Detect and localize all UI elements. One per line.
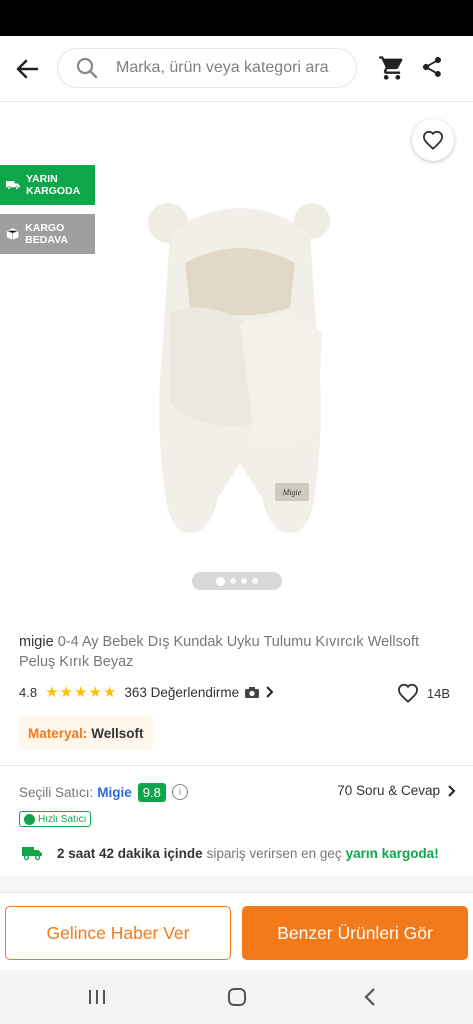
recent-apps-icon[interactable] [84, 984, 110, 1010]
camera-icon [245, 686, 260, 698]
truck-icon [6, 181, 20, 190]
info-icon[interactable]: i [171, 784, 188, 800]
star-icon: ★ [88, 684, 102, 701]
heart-icon [422, 130, 444, 150]
qa-label: 70 Soru & Cevap [337, 783, 440, 798]
fast-seller-label: Hızlı Satıcı [38, 813, 87, 825]
seller-label: Seçili Satıcı: [19, 784, 94, 800]
favorite-count-value: 14B [426, 685, 450, 701]
section-spacer [0, 876, 473, 892]
box-icon [6, 228, 19, 240]
product-name: 0-4 Ay Bebek Dış Kundak Uyku Tulumu Kıvı… [19, 634, 419, 670]
chevron-right-icon [448, 784, 456, 797]
delivery-time: 2 saat 42 dakika içinde [57, 845, 203, 861]
star-rating: ★ ★ ★ ★ ★ [45, 683, 116, 701]
favorite-count[interactable]: 14B [397, 683, 450, 703]
back-icon[interactable] [357, 984, 383, 1010]
product-gallery[interactable]: YARIN KARGODA KARGO BEDAVA Migie [0, 103, 473, 613]
image-pager[interactable] [192, 572, 282, 590]
fast-seller-icon [24, 813, 35, 825]
delivery-highlight: yarın kargoda! [345, 845, 439, 861]
qa-link[interactable]: 70 Soru & Cevap [337, 783, 456, 798]
badge-fast-delivery: YARIN KARGODA [0, 165, 95, 205]
top-bar [0, 36, 473, 102]
star-icon: ★ [59, 684, 73, 701]
search-bar[interactable] [57, 48, 357, 88]
star-icon: ★ [45, 684, 59, 701]
attribute-value: Wellsoft [91, 725, 144, 741]
svg-text:Migie: Migie [282, 488, 302, 497]
search-input[interactable] [116, 59, 346, 77]
status-bar [0, 0, 473, 36]
fast-seller-badge: Hızlı Satıcı [19, 811, 92, 827]
reviews-link[interactable]: 363 Değerlendirme [124, 685, 239, 700]
attribute-chip: Materyal: Wellsoft [19, 716, 153, 750]
badge-label: YARIN KARGODA [25, 173, 81, 197]
star-icon: ★ [73, 684, 88, 701]
badge-free-shipping: KARGO BEDAVA [0, 214, 95, 254]
attribute-key: Materyal: [28, 725, 88, 741]
notify-button[interactable]: Gelince Haber Ver [5, 906, 231, 960]
chevron-right-icon [266, 686, 274, 698]
home-icon[interactable] [224, 984, 250, 1010]
divider [0, 765, 473, 766]
seller-name-link[interactable]: Migie [97, 785, 132, 800]
pager-dot[interactable] [230, 578, 236, 584]
favorite-button[interactable] [412, 119, 454, 161]
delivery-text: sipariş verirsen en geç [206, 845, 342, 861]
star-icon: ★ [102, 684, 117, 701]
product-title: migie 0-4 Ay Bebek Dış Kundak Uyku Tulum… [19, 632, 459, 672]
product-brand[interactable]: migie [19, 634, 54, 650]
cart-icon[interactable] [378, 54, 408, 84]
bottom-action-bar: Gelince Haber Ver Benzer Ürünleri Gör [0, 892, 473, 970]
system-nav-bar [0, 970, 473, 1024]
share-icon[interactable] [420, 54, 448, 84]
heart-icon [397, 683, 418, 703]
similar-products-button[interactable]: Benzer Ürünleri Gör [242, 906, 468, 960]
badge-label: KARGO BEDAVA [25, 222, 68, 246]
pager-dot[interactable] [241, 578, 247, 584]
back-arrow-icon[interactable] [12, 54, 42, 84]
search-icon [76, 57, 98, 79]
rating-row[interactable]: 4.8 ★ ★ ★ ★ ★ 363 Değerlendirme [19, 682, 459, 702]
seller-score-badge: 9.8 [137, 782, 166, 802]
product-image: Migie [148, 203, 330, 533]
pager-dot[interactable] [252, 578, 258, 584]
pager-dot[interactable] [216, 576, 225, 586]
delivery-info: 2 saat 42 dakika içinde sipariş verirsen… [22, 842, 462, 864]
truck-icon [22, 847, 42, 860]
rating-value: 4.8 [19, 684, 38, 700]
